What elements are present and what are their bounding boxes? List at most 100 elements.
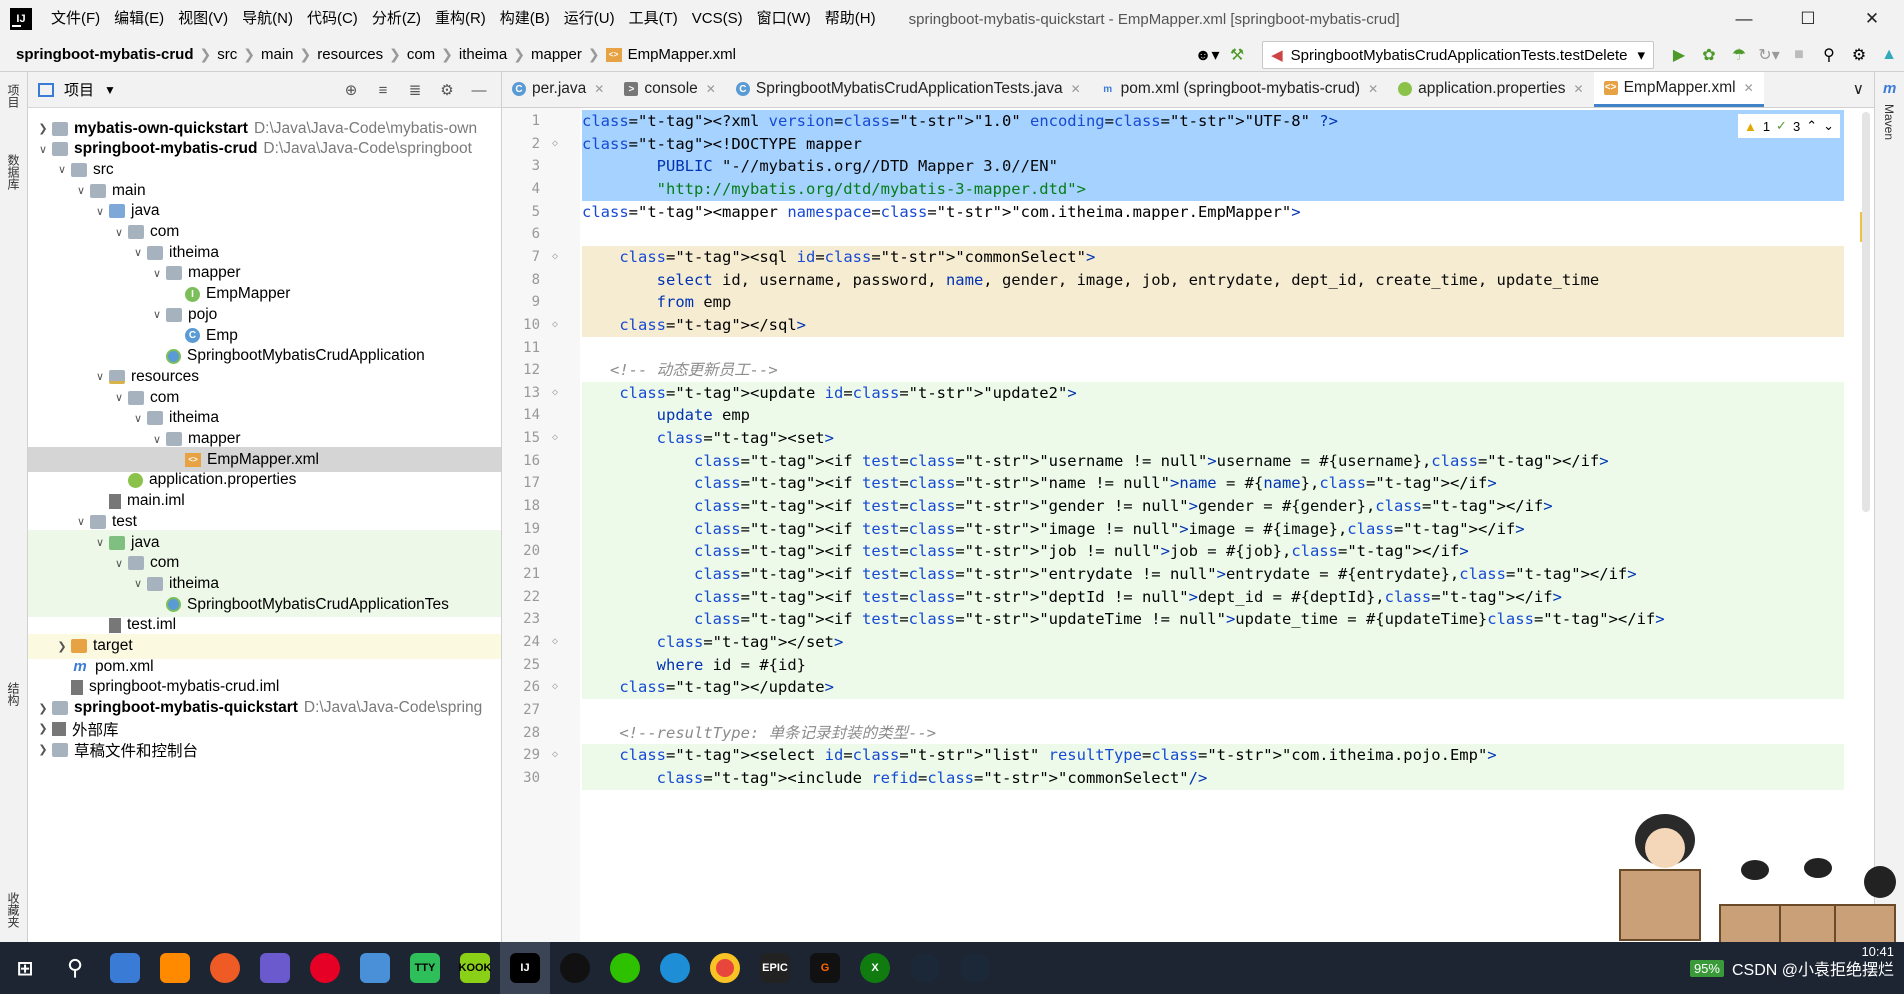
hide-panel-icon[interactable]: — bbox=[463, 82, 495, 99]
code-line[interactable]: 20 class="t-tag"><if test=class="t-str">… bbox=[502, 540, 1874, 563]
chevron-down-icon[interactable]: ▼ bbox=[104, 83, 116, 97]
menu-item[interactable]: 运行(U) bbox=[557, 0, 622, 38]
expand-arrow-icon[interactable]: ∨ bbox=[34, 143, 52, 156]
expand-arrow-icon[interactable]: ∨ bbox=[72, 184, 90, 197]
code-line[interactable]: 29 ◇ class="t-tag"><select id=class="t-st… bbox=[502, 744, 1874, 767]
expand-arrow-icon[interactable]: ∨ bbox=[91, 536, 109, 549]
next-highlight-icon[interactable]: ⌄ bbox=[1823, 118, 1834, 134]
code-line[interactable]: 4 "http://mybatis.org/dtd/mybatis-3-mapp… bbox=[502, 177, 1874, 201]
app-icon-xbox[interactable]: X bbox=[850, 942, 900, 994]
code-line[interactable]: 30 class="t-tag"><include refid=class="t… bbox=[502, 766, 1874, 790]
menu-item[interactable]: 导航(N) bbox=[235, 0, 300, 38]
run-configuration-select[interactable]: ◀ SpringbootMybatisCrudApplicationTests.… bbox=[1262, 41, 1654, 69]
breadcrumb-item[interactable]: resources bbox=[311, 46, 389, 63]
menu-item[interactable]: 分析(Z) bbox=[365, 0, 428, 38]
previous-highlight-icon[interactable]: ⌃ bbox=[1806, 118, 1817, 134]
app-icon-tty[interactable]: TTY bbox=[400, 942, 450, 994]
app-icon-edge[interactable] bbox=[650, 942, 700, 994]
code-line[interactable]: 6​ bbox=[502, 223, 1874, 246]
fold-marker-icon[interactable]: ◇ bbox=[552, 676, 558, 699]
code-line[interactable]: 10 ◇ class="t-tag"></sql> bbox=[502, 313, 1874, 337]
menu-item[interactable]: 工具(T) bbox=[622, 0, 685, 38]
expand-arrow-icon[interactable]: ∨ bbox=[110, 226, 128, 239]
code-line[interactable]: 1 class="t-tag"><?xml version=class="t-st… bbox=[502, 110, 1874, 133]
expand-arrow-icon[interactable]: ∨ bbox=[129, 246, 147, 259]
expand-arrow-icon[interactable]: ∨ bbox=[110, 557, 128, 570]
debug-icon[interactable]: ✿ bbox=[1694, 40, 1724, 70]
menu-item[interactable]: 编辑(E) bbox=[107, 0, 171, 38]
app-icon-wechat[interactable] bbox=[600, 942, 650, 994]
app-icon-dolphin[interactable] bbox=[250, 942, 300, 994]
breadcrumb-item[interactable]: main bbox=[255, 46, 300, 63]
expand-arrow-icon[interactable]: ∨ bbox=[129, 412, 147, 425]
editor-tab[interactable]: <> EmpMapper.xml ✕ bbox=[1593, 72, 1764, 107]
expand-arrow-icon[interactable]: ❯ bbox=[34, 743, 52, 756]
settings-gear-icon[interactable]: ⚙ bbox=[1844, 40, 1874, 70]
code-line[interactable]: 17 class="t-tag"><if test=class="t-str">… bbox=[502, 472, 1874, 496]
favorites-tool-tab[interactable]: 收藏夹 bbox=[5, 892, 22, 928]
tabs-overflow-icon[interactable]: ∨ bbox=[1843, 72, 1874, 107]
editor-tab[interactable]: application.properties ✕ bbox=[1388, 72, 1593, 107]
code-line[interactable]: 21 class="t-tag"><if test=class="t-str">… bbox=[502, 563, 1874, 586]
breadcrumb-item[interactable]: springboot-mybatis-crud bbox=[10, 46, 200, 63]
code-line[interactable]: 15 ◇ class="t-tag"><set> bbox=[502, 427, 1874, 450]
collapse-all-icon[interactable]: ≣ bbox=[399, 81, 431, 99]
breadcrumb-item[interactable]: src bbox=[211, 46, 243, 63]
close-tab-icon[interactable]: ✕ bbox=[1071, 82, 1081, 96]
code-line[interactable]: 23 class="t-tag"><if test=class="t-str">… bbox=[502, 608, 1874, 631]
menu-item[interactable]: 构建(B) bbox=[493, 0, 557, 38]
expand-arrow-icon[interactable]: ∨ bbox=[110, 391, 128, 404]
app-icon-postman[interactable] bbox=[200, 942, 250, 994]
app-icon-chrome[interactable] bbox=[700, 942, 750, 994]
expand-arrow-icon[interactable]: ∨ bbox=[91, 370, 109, 383]
battery-indicator[interactable]: 95% bbox=[1689, 959, 1724, 977]
close-icon[interactable]: ✕ bbox=[1840, 0, 1904, 38]
minimize-icon[interactable]: — bbox=[1712, 0, 1776, 38]
breadcrumb-item[interactable]: com bbox=[401, 46, 441, 63]
app-icon-steam[interactable] bbox=[900, 942, 950, 994]
expand-arrow-icon[interactable]: ❯ bbox=[34, 702, 52, 715]
code-line[interactable]: 9 from emp bbox=[502, 291, 1874, 314]
expand-arrow-icon[interactable]: ❯ bbox=[34, 122, 52, 135]
inspection-widget[interactable]: ▲ 1 ✓ 3 ⌃ ⌄ bbox=[1737, 114, 1840, 138]
fold-marker-icon[interactable]: ◇ bbox=[552, 744, 558, 767]
vertical-scrollbar[interactable] bbox=[1862, 112, 1870, 512]
code-line[interactable]: 24 ◇ class="t-tag"></set> bbox=[502, 630, 1874, 654]
structure-tool-tab[interactable]: 结构 bbox=[5, 682, 22, 706]
code-line[interactable]: 11 ​ bbox=[502, 337, 1874, 360]
settings-gear-icon[interactable]: ⚙ bbox=[431, 81, 463, 99]
expand-arrow-icon[interactable]: ∨ bbox=[148, 308, 166, 321]
editor-tab[interactable]: m pom.xml (springboot-mybatis-crud) ✕ bbox=[1091, 72, 1389, 107]
code-line[interactable]: 19 class="t-tag"><if test=class="t-str">… bbox=[502, 517, 1874, 541]
close-tab-icon[interactable]: ✕ bbox=[706, 82, 716, 96]
code-line[interactable]: 12 <!-- 动态更新员工--> bbox=[502, 359, 1874, 382]
fold-marker-icon[interactable]: ◇ bbox=[552, 382, 558, 405]
code-line[interactable]: 7 ◇ class="t-tag"><sql id=class="t-str">"… bbox=[502, 245, 1874, 269]
code-line[interactable]: 5 class="t-tag"><mapper namespace=class="… bbox=[502, 201, 1874, 224]
code-line[interactable]: 13 ◇ class="t-tag"><update id=class="t-st… bbox=[502, 381, 1874, 405]
close-tab-icon[interactable]: ✕ bbox=[1744, 81, 1754, 95]
menu-item[interactable]: 帮助(H) bbox=[818, 0, 883, 38]
user-icon[interactable]: ☻▾ bbox=[1192, 40, 1222, 70]
maven-tool-tab[interactable]: Maven bbox=[1882, 104, 1896, 140]
tree-item[interactable]: ❯ 草稿文件和控制台 bbox=[28, 737, 501, 762]
expand-arrow-icon[interactable]: ❯ bbox=[53, 640, 71, 653]
clock[interactable]: 10:41 bbox=[1861, 944, 1894, 959]
app-icon-kook[interactable]: KOOK bbox=[450, 942, 500, 994]
intellij-logo-icon[interactable]: IJ bbox=[10, 8, 32, 30]
close-tab-icon[interactable]: ✕ bbox=[594, 82, 604, 96]
project-tool-tab[interactable]: 项目 bbox=[5, 84, 22, 108]
code-line[interactable]: 18 class="t-tag"><if test=class="t-str">… bbox=[502, 495, 1874, 518]
profile-icon[interactable]: ↻▾ bbox=[1754, 40, 1784, 70]
maximize-icon[interactable]: ☐ bbox=[1776, 0, 1840, 38]
search-icon[interactable]: ⚲ bbox=[1814, 40, 1844, 70]
code-line[interactable]: 26 ◇ class="t-tag"></update> bbox=[502, 676, 1874, 699]
menu-item[interactable]: VCS(S) bbox=[685, 0, 750, 38]
run-icon[interactable]: ▶ bbox=[1664, 40, 1694, 70]
expand-arrow-icon[interactable]: ❯ bbox=[34, 722, 52, 735]
fold-marker-icon[interactable]: ◇ bbox=[552, 314, 558, 337]
stop-icon[interactable]: ■ bbox=[1784, 40, 1814, 70]
project-panel-title[interactable]: 项目 bbox=[64, 79, 94, 100]
app-icon-netease-music[interactable] bbox=[300, 942, 350, 994]
menu-item[interactable]: 文件(F) bbox=[44, 0, 107, 38]
